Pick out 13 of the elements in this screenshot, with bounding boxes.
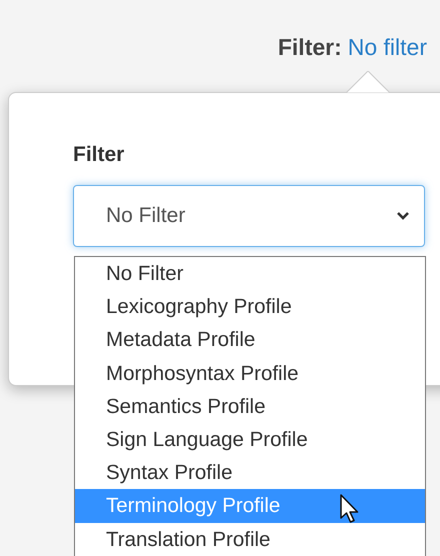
dropdown-option[interactable]: Morphosyntax Profile (75, 356, 425, 390)
dropdown-option[interactable]: Lexicography Profile (75, 290, 425, 324)
dropdown-option[interactable]: Syntax Profile (75, 456, 425, 490)
dropdown-option[interactable]: Metadata Profile (75, 323, 425, 357)
dropdown-option[interactable]: Translation Profile (75, 522, 425, 556)
chevron-down-icon (396, 211, 410, 221)
filter-select[interactable]: No Filter (73, 185, 425, 247)
filter-label: Filter: (278, 34, 342, 61)
filter-link[interactable]: No filter (348, 34, 427, 61)
dropdown-option[interactable]: Semantics Profile (75, 390, 425, 423)
filter-heading: Filter (73, 143, 126, 167)
dropdown-option[interactable]: Sign Language Profile (75, 422, 425, 456)
dropdown-option[interactable]: No Filter (75, 257, 425, 290)
